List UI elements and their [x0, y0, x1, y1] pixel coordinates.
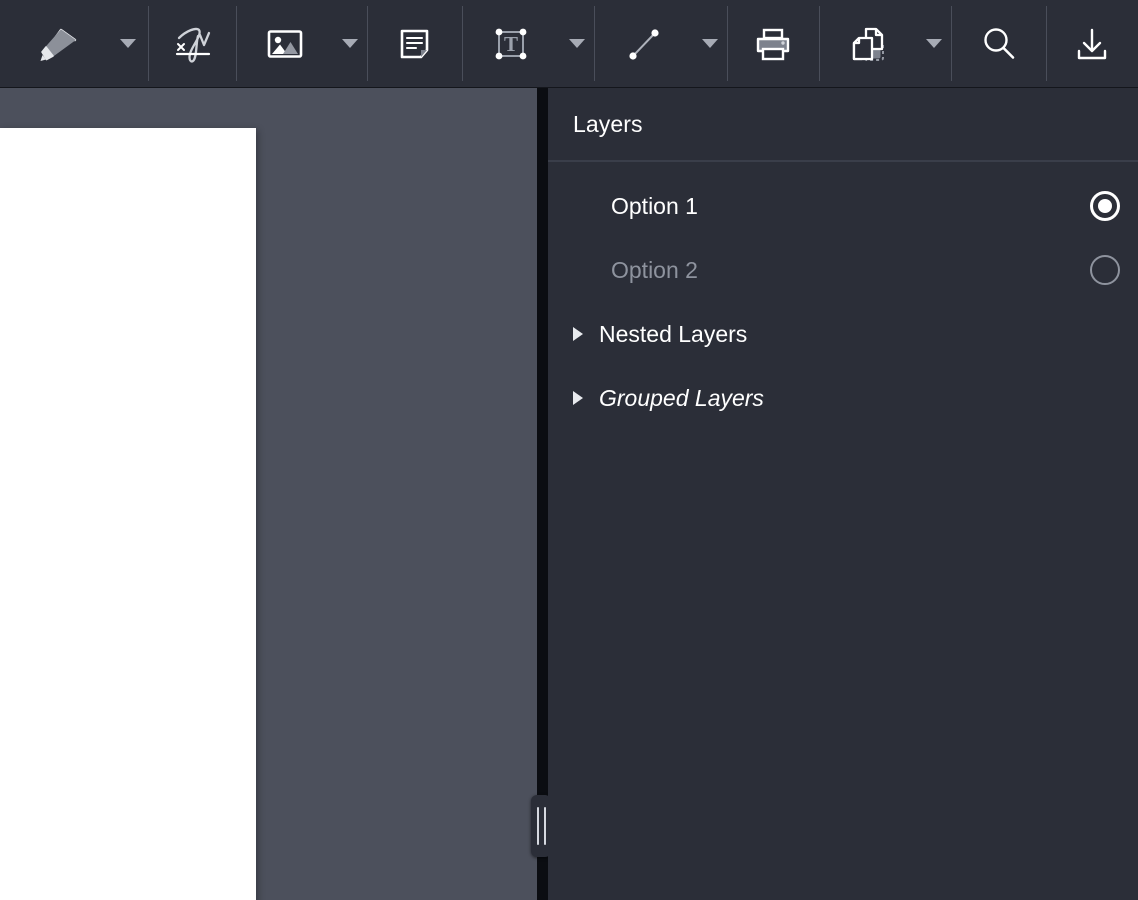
layers-panel-header: Layers [548, 88, 1138, 162]
main-toolbar: T [0, 0, 1138, 88]
chevron-down-icon [702, 39, 718, 48]
document-canvas[interactable] [0, 88, 537, 900]
text-dropdown-caret[interactable] [560, 0, 594, 88]
disclosure-triangle-icon[interactable] [573, 327, 599, 341]
duplicate-dropdown-caret[interactable] [917, 0, 951, 88]
download-button[interactable] [1046, 0, 1138, 88]
image-tool-button[interactable] [236, 0, 333, 88]
toolbar-group-duplicate [819, 0, 951, 87]
layers-list: Option 1 Option 2 Nested Layers Grouped … [548, 162, 1138, 430]
layer-label: Option 1 [611, 192, 698, 219]
chevron-down-icon [342, 39, 358, 48]
print-button[interactable] [727, 0, 819, 88]
chevron-right-icon [573, 327, 583, 341]
panel-splitter[interactable] [531, 88, 551, 900]
text-tool-button[interactable]: T [462, 0, 560, 88]
chevron-right-icon [573, 391, 583, 405]
layer-label: Grouped Layers [599, 384, 764, 411]
grip-line-icon [536, 807, 539, 845]
line-tool-button[interactable] [594, 0, 693, 88]
note-tool-button[interactable] [367, 0, 462, 88]
svg-text:T: T [504, 32, 518, 56]
layer-row-option-2[interactable]: Option 2 [548, 238, 1138, 302]
chevron-down-icon [120, 39, 136, 48]
highlight-tool-button[interactable] [3, 0, 111, 88]
signature-icon [164, 16, 220, 72]
image-dropdown-caret[interactable] [333, 0, 367, 88]
toolbar-group-image [236, 0, 367, 87]
layer-label: Nested Layers [599, 320, 748, 347]
search-button[interactable] [951, 0, 1046, 88]
layers-panel: Layers Option 1 Option 2 Nested Layers G… [548, 88, 1138, 900]
panel-title: Layers [573, 110, 643, 137]
download-icon [1064, 16, 1120, 72]
radio-dot-icon [1098, 199, 1112, 213]
layer-row-nested-layers[interactable]: Nested Layers [548, 302, 1138, 366]
layer-label: Option 2 [611, 256, 698, 283]
disclosure-triangle-icon[interactable] [573, 391, 599, 405]
layer-row-grouped-layers[interactable]: Grouped Layers [548, 366, 1138, 430]
sticky-note-icon [387, 16, 443, 72]
highlight-dropdown-caret[interactable] [111, 0, 145, 88]
text-box-icon: T [483, 16, 539, 72]
toolbar-group-signature [148, 0, 236, 87]
toolbar-group-search [951, 0, 1046, 87]
printer-icon [745, 16, 801, 72]
chevron-down-icon [926, 39, 942, 48]
image-icon [257, 16, 313, 72]
layer-radio-unselected[interactable] [1090, 255, 1120, 285]
toolbar-group-text: T [462, 0, 594, 87]
toolbar-group-note [367, 0, 462, 87]
toolbar-group-download [1046, 0, 1138, 87]
document-page[interactable] [0, 128, 256, 900]
signature-tool-button[interactable] [148, 0, 236, 88]
duplicate-button[interactable] [819, 0, 917, 88]
toolbar-group-highlight [0, 0, 148, 87]
grip-line-icon [543, 807, 546, 845]
layer-radio-selected[interactable] [1090, 191, 1120, 221]
toolbar-group-print [727, 0, 819, 87]
layer-row-option-1[interactable]: Option 1 [548, 174, 1138, 238]
chevron-down-icon [569, 39, 585, 48]
application-window: T Layers Option 1 Option 2 Nested Layers… [0, 0, 1138, 900]
line-tool-icon [616, 16, 672, 72]
highlighter-icon [29, 16, 85, 72]
line-dropdown-caret[interactable] [693, 0, 727, 88]
toolbar-group-line [594, 0, 727, 87]
search-icon [971, 16, 1027, 72]
copy-pages-icon [840, 16, 896, 72]
